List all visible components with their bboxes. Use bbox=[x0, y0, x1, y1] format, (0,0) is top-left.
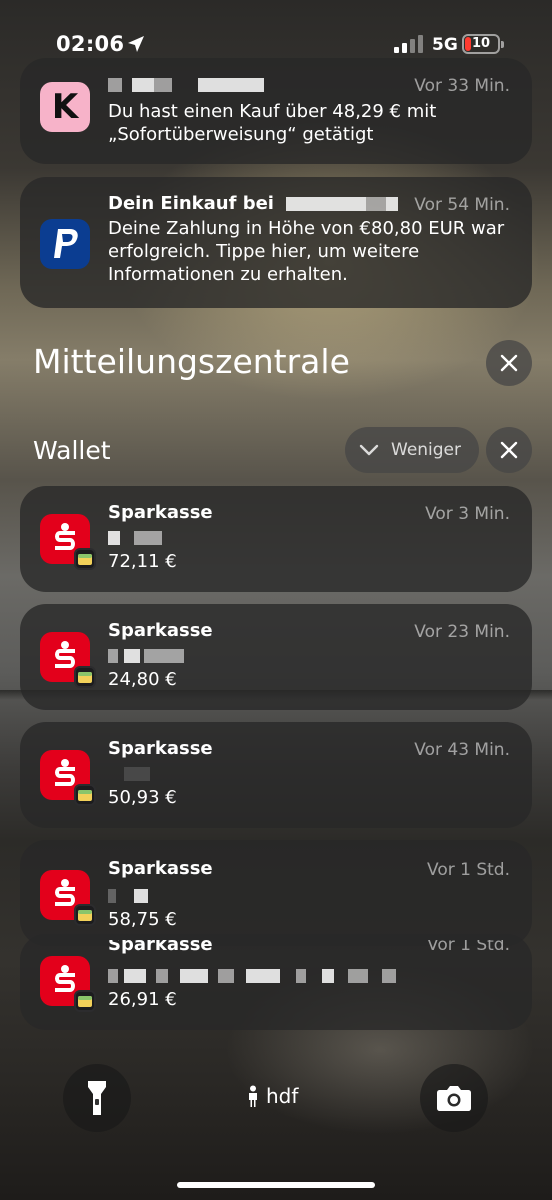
battery-cap bbox=[501, 41, 504, 48]
wallet-notification-title: Sparkasse bbox=[108, 940, 213, 955]
wallet-notification-merchant-redacted bbox=[108, 644, 510, 667]
cellular-signal-icon bbox=[394, 35, 423, 53]
clear-wallet-group-button[interactable] bbox=[486, 427, 532, 473]
wallet-notification[interactable]: Sparkasse Vor 23 Min. 24,80 € bbox=[20, 604, 532, 710]
wallet-notification-time: Vor 3 Min. bbox=[425, 504, 510, 524]
notification-title-text: Dein Einkauf bei bbox=[108, 193, 274, 214]
flashlight-button[interactable] bbox=[63, 1064, 131, 1132]
wallet-notification-time: Vor 23 Min. bbox=[414, 622, 510, 642]
wallet-notification-amount: 26,91 € bbox=[108, 989, 177, 1010]
wallet-notification-merchant-redacted bbox=[108, 884, 510, 907]
notification-center-title: Mitteilungszentrale bbox=[33, 342, 350, 381]
wallet-notification[interactable]: Sparkasse Vor 3 Min. 72,11 € bbox=[20, 486, 532, 592]
wallet-badge-icon bbox=[74, 784, 96, 806]
wallet-notification-amount: 50,93 € bbox=[108, 787, 177, 808]
wallet-notification-title: Sparkasse bbox=[108, 620, 213, 641]
status-time: 02:06 bbox=[56, 32, 125, 56]
wallet-notification[interactable]: Sparkasse Vor 1 Std. 26,91 € bbox=[20, 934, 532, 1030]
owner-name: hdf bbox=[266, 1084, 299, 1108]
wallet-badge-icon bbox=[74, 666, 96, 688]
status-bar: 02:06 5G 10 bbox=[0, 30, 552, 60]
notification-title: Dein Einkauf bei bbox=[108, 193, 399, 214]
wallet-notification-time: Vor 1 Std. bbox=[427, 860, 510, 880]
location-arrow-icon bbox=[128, 36, 144, 52]
wallet-notification-time: Vor 1 Std. bbox=[427, 940, 510, 955]
sparkasse-app-icon bbox=[40, 632, 96, 688]
notification-time: Vor 33 Min. bbox=[414, 76, 510, 96]
sparkasse-app-icon bbox=[40, 956, 96, 1012]
notification-body: Du hast einen Kauf über 48,29 € mit „Sof… bbox=[108, 101, 437, 145]
battery-icon: 10 bbox=[462, 34, 500, 54]
network-type: 5G bbox=[432, 35, 458, 55]
notification-body: Deine Zahlung in Höhe von €80,80 EUR war… bbox=[108, 218, 505, 285]
wallet-notification-amount: 58,75 € bbox=[108, 909, 177, 930]
camera-button[interactable] bbox=[420, 1064, 488, 1132]
wallet-group-title: Wallet bbox=[33, 436, 111, 465]
sparkasse-app-icon bbox=[40, 514, 96, 570]
klarna-app-icon: K bbox=[40, 82, 90, 132]
notification-klarna[interactable]: K Vor 33 Min. Du hast einen Kauf über 48… bbox=[20, 58, 532, 164]
show-less-button[interactable]: Weniger bbox=[345, 427, 480, 473]
battery-level: 10 bbox=[471, 36, 491, 51]
paypal-app-icon bbox=[40, 219, 90, 269]
wallet-notification[interactable]: Sparkasse Vor 43 Min. 50,93 € bbox=[20, 722, 532, 828]
close-icon bbox=[500, 354, 518, 372]
wallet-notification-time: Vor 43 Min. bbox=[414, 740, 510, 760]
flashlight-icon bbox=[88, 1081, 106, 1115]
chevron-down-icon bbox=[359, 444, 379, 456]
wallet-notification[interactable]: Sparkasse Vor 1 Std. 58,75 € bbox=[20, 840, 532, 946]
clear-all-button[interactable] bbox=[486, 340, 532, 386]
wallet-badge-icon bbox=[74, 990, 96, 1012]
wallet-notification-title: Sparkasse bbox=[108, 858, 213, 879]
lock-screen-owner: hdf bbox=[246, 1084, 298, 1108]
camera-icon bbox=[437, 1086, 471, 1111]
wallet-badge-icon bbox=[74, 548, 96, 570]
close-icon bbox=[500, 441, 518, 459]
wallet-notification-merchant-redacted bbox=[108, 526, 510, 549]
paypal-logo-icon bbox=[54, 229, 78, 258]
wallet-notification-amount: 72,11 € bbox=[108, 551, 177, 572]
sparkasse-app-icon bbox=[40, 870, 96, 926]
notification-title-redacted bbox=[108, 74, 264, 95]
wallet-notification-amount: 24,80 € bbox=[108, 669, 177, 690]
wallet-notification-merchant-redacted bbox=[108, 762, 510, 785]
wallet-notification-title: Sparkasse bbox=[108, 502, 213, 523]
person-icon bbox=[249, 1085, 257, 1107]
wallet-notification-title: Sparkasse bbox=[108, 738, 213, 759]
wallet-notification-merchant-redacted bbox=[108, 964, 510, 987]
show-less-label: Weniger bbox=[391, 440, 462, 460]
sparkasse-app-icon bbox=[40, 750, 96, 806]
wallet-badge-icon bbox=[74, 904, 96, 926]
notification-time: Vor 54 Min. bbox=[414, 195, 510, 215]
home-indicator[interactable] bbox=[177, 1182, 375, 1188]
klarna-k-glyph: K bbox=[51, 87, 79, 127]
notification-paypal[interactable]: Dein Einkauf bei Vor 54 Min. Deine Zahlu… bbox=[20, 177, 532, 308]
